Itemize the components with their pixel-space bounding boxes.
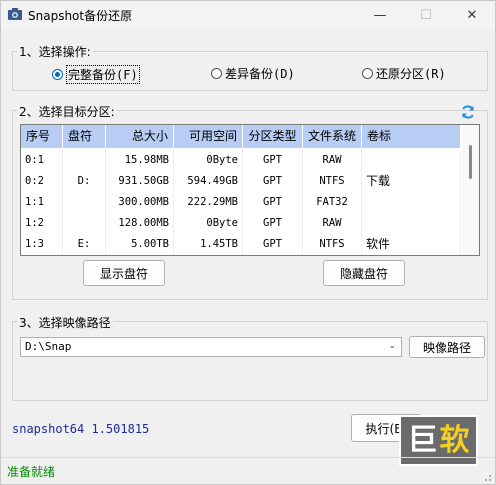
column-header-no[interactable]: 序号 — [21, 125, 63, 148]
title-bar: Snapshot备份还原 — ☐ ✕ — [1, 1, 495, 29]
window-title: Snapshot备份还原 — [28, 9, 133, 23]
minimize-icon: — — [373, 7, 387, 23]
maximize-icon: ☐ — [420, 7, 432, 23]
maximize-button[interactable]: ☐ — [403, 1, 449, 29]
cell-type: GPT — [243, 171, 303, 192]
cell-free: 222.29MB — [174, 192, 243, 213]
radio-restore-label: 还原分区(R) — [376, 67, 446, 81]
table-row[interactable]: 1:2 128.00MB 0Byte GPT RAW — [21, 213, 461, 234]
cell-size: 931.50GB — [106, 171, 174, 192]
chevron-down-icon[interactable]: ⌄ — [388, 341, 396, 351]
column-header-fs[interactable]: 文件系统 — [303, 125, 362, 148]
cell-fs: RAW — [303, 213, 362, 234]
cell-label — [362, 192, 461, 213]
cell-fs: NTFS — [303, 171, 362, 192]
minimize-button[interactable]: — — [357, 1, 403, 29]
scrollbar-thumb[interactable] — [469, 145, 472, 179]
partition-label: 2、选择目标分区: — [17, 103, 117, 120]
radio-unchecked-icon — [211, 68, 222, 79]
cell-no: 1:1 — [21, 192, 63, 213]
cell-label: 下载 — [362, 171, 461, 192]
radio-unchecked-icon — [362, 68, 373, 79]
cell-free: 594.49GB — [174, 171, 243, 192]
resize-grip-icon[interactable] — [482, 472, 492, 482]
table-row[interactable]: 1:3 E: 5.00TB 1.45TB GPT NTFS 软件 — [21, 234, 461, 255]
cell-drive — [63, 150, 106, 171]
cell-drive: E: — [63, 234, 106, 255]
image-path-combobox[interactable]: D:\Snap ⌄ — [20, 337, 402, 357]
table-header: 序号 盘符 总大小 可用空间 分区类型 文件系统 卷标 — [21, 125, 461, 148]
cell-label: 软件 — [362, 234, 461, 255]
column-header-free[interactable]: 可用空间 — [174, 125, 243, 148]
cell-no: 1:2 — [21, 213, 63, 234]
status-bar: 准备就绪 — [1, 457, 495, 485]
radio-diff-backup-label: 差异备份(D) — [225, 67, 295, 81]
column-header-size[interactable]: 总大小 — [106, 125, 174, 148]
cell-fs: RAW — [303, 150, 362, 171]
table-scrollbar[interactable] — [462, 125, 479, 255]
cell-type: GPT — [243, 150, 303, 171]
table-row[interactable]: 0:2 D: 931.50GB 594.49GB GPT NTFS 下载 — [21, 171, 461, 192]
cell-size: 300.00MB — [106, 192, 174, 213]
cell-free: 1.45TB — [174, 234, 243, 255]
cell-drive: D: — [63, 171, 106, 192]
radio-diff-backup[interactable]: 差异备份(D) — [211, 65, 295, 82]
watermark-char: 巨 — [407, 422, 438, 458]
radio-restore[interactable]: 还原分区(R) — [362, 65, 446, 82]
app-window: Snapshot备份还原 — ☐ ✕ 1、选择操作: 完整备份(F) 差异备份(… — [0, 0, 496, 485]
cell-type: GPT — [243, 213, 303, 234]
cell-no: 1:3 — [21, 234, 63, 255]
cell-size: 15.98MB — [106, 150, 174, 171]
cell-type: GPT — [243, 192, 303, 213]
close-icon: ✕ — [466, 7, 478, 23]
cell-free: 0Byte — [174, 213, 243, 234]
cell-drive — [63, 213, 106, 234]
hide-drive-letter-button[interactable]: 隐藏盘符 — [323, 260, 405, 286]
column-header-label[interactable]: 卷标 — [362, 125, 461, 148]
status-text: 准备就绪 — [7, 465, 56, 479]
radio-checked-icon — [52, 69, 63, 80]
cell-fs: NTFS — [303, 234, 362, 255]
image-path-group — [12, 321, 488, 401]
column-header-drive[interactable]: 盘符 — [63, 125, 106, 148]
cell-label — [362, 213, 461, 234]
partition-table[interactable]: 序号 盘符 总大小 可用空间 分区类型 文件系统 卷标 0:1 15.98MB … — [20, 124, 480, 256]
table-row[interactable]: 0:1 15.98MB 0Byte GPT RAW — [21, 150, 461, 171]
watermark-char: 软 — [439, 422, 470, 458]
image-path-label: 3、选择映像路径 — [17, 314, 113, 331]
refresh-icon[interactable] — [460, 104, 476, 120]
cell-size: 128.00MB — [106, 213, 174, 234]
cell-no: 0:2 — [21, 171, 63, 192]
cell-size: 5.00TB — [106, 234, 174, 255]
cell-drive — [63, 192, 106, 213]
cell-type: GPT — [243, 234, 303, 255]
version-text: snapshot64 1.501815 — [12, 422, 150, 436]
cell-label — [362, 150, 461, 171]
cell-no: 0:1 — [21, 150, 63, 171]
show-drive-letter-button[interactable]: 显示盘符 — [83, 260, 165, 286]
close-button[interactable]: ✕ — [449, 1, 495, 29]
column-header-type[interactable]: 分区类型 — [243, 125, 303, 148]
table-row[interactable]: 1:1 300.00MB 222.29MB GPT FAT32 — [21, 192, 461, 213]
cell-free: 0Byte — [174, 150, 243, 171]
radio-full-backup[interactable]: 完整备份(F) — [52, 65, 140, 84]
radio-full-backup-label: 完整备份(F) — [66, 65, 140, 84]
image-path-button[interactable]: 映像路径 — [409, 336, 485, 358]
cell-fs: FAT32 — [303, 192, 362, 213]
operation-label: 1、选择操作: — [17, 43, 93, 60]
camera-icon — [8, 8, 22, 20]
image-path-value: D:\Snap — [25, 340, 72, 353]
